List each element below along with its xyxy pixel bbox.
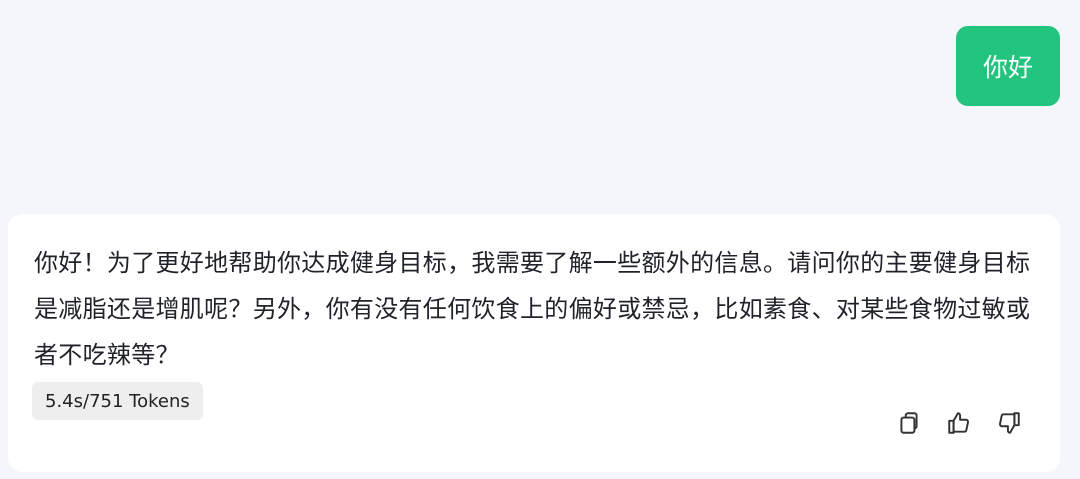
thumbs-up-icon [946, 410, 972, 436]
message-actions [896, 410, 1022, 436]
token-usage-badge: 5.4s/751 Tokens [32, 382, 203, 420]
copy-button[interactable] [896, 410, 922, 436]
thumbs-down-icon [996, 410, 1022, 436]
like-button[interactable] [946, 410, 972, 436]
user-message-text: 你好 [982, 53, 1033, 82]
copy-icon [896, 410, 922, 436]
assistant-message-card: 你好！为了更好地帮助你达成健身目标，我需要了解一些额外的信息。请问你的主要健身目… [8, 214, 1060, 472]
dislike-button[interactable] [996, 410, 1022, 436]
chat-thread: 你好 你好！为了更好地帮助你达成健身目标，我需要了解一些额外的信息。请问你的主要… [0, 0, 1080, 479]
token-usage-text: 5.4s/751 Tokens [45, 390, 190, 412]
assistant-message-text: 你好！为了更好地帮助你达成健身目标，我需要了解一些额外的信息。请问你的主要健身目… [34, 249, 1031, 369]
user-message-bubble: 你好 [956, 26, 1060, 106]
